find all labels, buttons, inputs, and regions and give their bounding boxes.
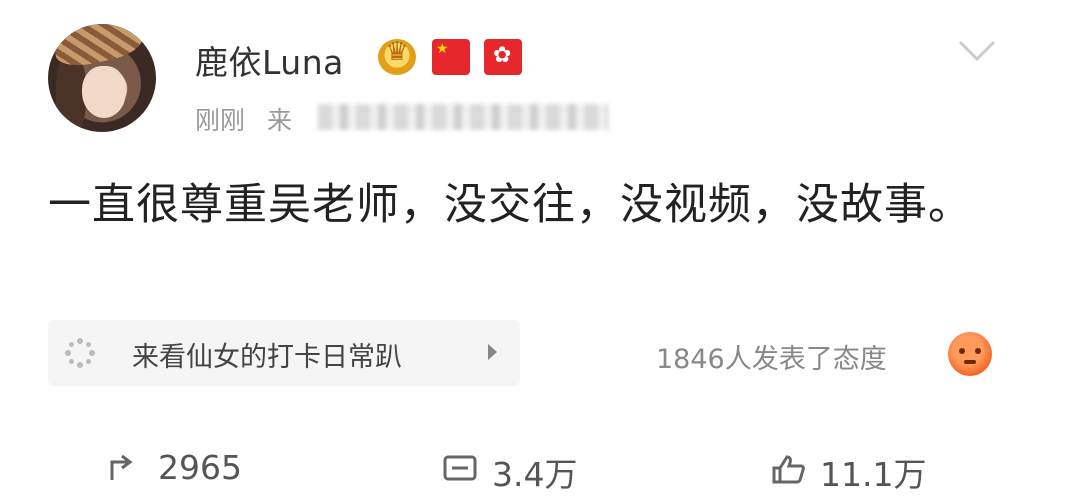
comment-icon (443, 455, 477, 481)
comment-count: 3.4万 (492, 455, 578, 494)
attitude-count[interactable]: 1846人发表了态度 (656, 337, 887, 376)
avatar-beret (51, 24, 145, 71)
post-text: 一直很尊重吴老师，没交往，没视频，没故事。 (48, 180, 972, 230)
post-meta: 刚刚来 (195, 101, 292, 137)
thumbs-up-icon (772, 455, 805, 484)
chevron-right-icon (488, 344, 497, 360)
repost-count: 2965 (158, 448, 242, 487)
avatar-face (82, 66, 126, 118)
topic-chip[interactable]: 来看仙女的打卡日常趴 (48, 320, 520, 386)
repost-icon (110, 454, 133, 480)
chevron-down-icon[interactable] (958, 40, 996, 62)
post-source-prefix: 来 (267, 106, 293, 135)
sparkle-icon (65, 338, 95, 368)
topic-label: 来看仙女的打卡日常趴 (132, 342, 402, 373)
comment-button[interactable]: 3.4万 (442, 448, 577, 494)
hong-kong-flag-icon (484, 39, 522, 75)
post-source-blurred (318, 104, 608, 130)
like-button[interactable]: 11.1万 (770, 448, 926, 494)
crown-badge-icon[interactable] (378, 37, 416, 75)
post-time: 刚刚 (195, 106, 246, 135)
author-name[interactable]: 鹿依Luna (195, 36, 344, 84)
china-flag-icon (432, 39, 470, 75)
repost-button[interactable]: 2965 (108, 448, 242, 488)
avatar[interactable] (48, 24, 156, 132)
like-count: 11.1万 (820, 455, 927, 494)
angry-face-icon[interactable] (948, 332, 992, 376)
